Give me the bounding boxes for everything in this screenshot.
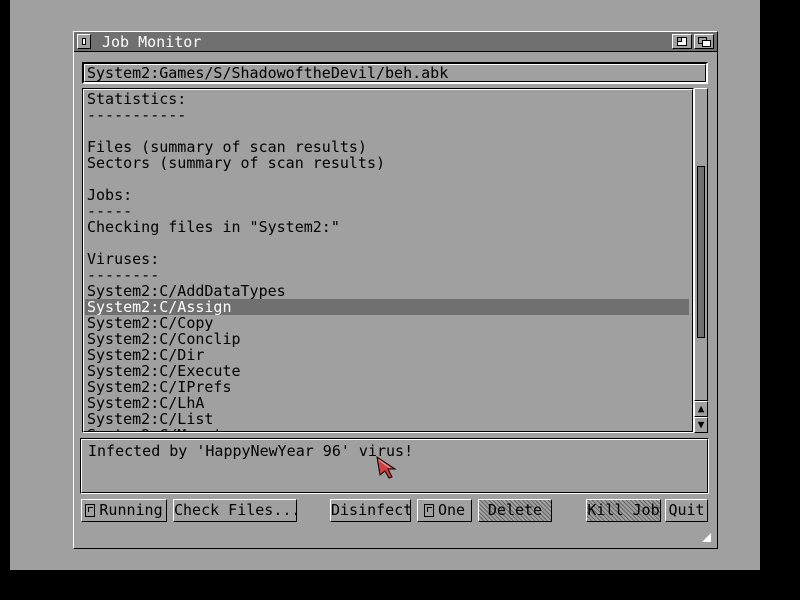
kill-job-label: Kill Job xyxy=(587,501,660,519)
depth-gadget-icon[interactable] xyxy=(694,34,714,49)
current-path-text: System2:Games/S/ShadowoftheDevil/beh.abk xyxy=(87,64,449,82)
list-item[interactable] xyxy=(85,123,689,139)
kill-job-button: Kill Job xyxy=(586,499,661,522)
list-item[interactable]: ----------- xyxy=(85,107,689,123)
zoom-gadget-icon[interactable] xyxy=(672,34,692,49)
running-cycle-button[interactable]: Running xyxy=(81,499,167,522)
delete-button: Delete xyxy=(478,499,552,522)
list-item[interactable]: Viruses: xyxy=(85,251,689,267)
list-item[interactable]: System2:C/Assign xyxy=(85,299,689,315)
list-item[interactable]: Sectors (summary of scan results) xyxy=(85,155,689,171)
resize-gadget-icon[interactable] xyxy=(698,529,714,545)
list-item[interactable]: System2:C/Copy xyxy=(85,315,689,331)
list-scrollbar[interactable]: ▲ ▼ xyxy=(694,88,708,433)
list-item[interactable]: Statistics: xyxy=(85,91,689,107)
scroll-knob[interactable] xyxy=(697,166,705,338)
list-item[interactable] xyxy=(85,171,689,187)
scroll-down-arrow-icon[interactable]: ▼ xyxy=(694,417,708,433)
list-item[interactable]: System2:C/Execute xyxy=(85,363,689,379)
mouse-pointer-icon xyxy=(376,456,397,479)
one-cycle-button[interactable]: One xyxy=(417,499,472,522)
list-item[interactable]: Jobs: xyxy=(85,187,689,203)
title-bar[interactable]: Job Monitor xyxy=(74,32,717,52)
quit-label: Quit xyxy=(668,501,705,519)
delete-label: Delete xyxy=(487,501,543,519)
cycle-icon xyxy=(85,504,96,517)
running-label: Running xyxy=(99,501,163,519)
disinfect-button[interactable]: Disinfect xyxy=(330,499,413,522)
list-item[interactable] xyxy=(85,235,689,251)
check-files-button[interactable]: Check Files... xyxy=(173,499,301,522)
list-item[interactable]: System2:C/IPrefs xyxy=(85,379,689,395)
list-item[interactable]: ----- xyxy=(85,203,689,219)
list-item[interactable]: System2:C/Dir xyxy=(85,347,689,363)
list-item[interactable]: System2:C/List xyxy=(85,411,689,427)
window-title: Job Monitor xyxy=(102,33,202,51)
list-item[interactable]: Files (summary of scan results) xyxy=(85,139,689,155)
close-gadget-icon[interactable] xyxy=(77,34,91,49)
current-path-field: System2:Games/S/ShadowoftheDevil/beh.abk xyxy=(82,62,708,84)
desktop-screen: Job Monitor System2:Games/S/ShadowoftheD… xyxy=(10,0,760,570)
disinfect-label: Disinfect xyxy=(331,501,413,519)
list-item[interactable]: -------- xyxy=(85,267,689,283)
scroll-up-arrow-icon[interactable]: ▲ xyxy=(694,401,708,417)
list-item[interactable]: System2:C/AddDataTypes xyxy=(85,283,689,299)
quit-button[interactable]: Quit xyxy=(665,499,708,522)
check-files-label: Check Files... xyxy=(174,501,301,519)
one-label: One xyxy=(437,501,466,519)
list-item[interactable]: System2:C/Conclip xyxy=(85,331,689,347)
report-list[interactable]: Statistics: ----------- Files (summary of … xyxy=(82,88,694,433)
list-item[interactable]: System2:C/LhA xyxy=(85,395,689,411)
status-message: Infected by 'HappyNewYear 96' virus! xyxy=(88,442,414,460)
cycle-icon xyxy=(423,504,434,517)
list-item[interactable]: System2:C/Mount xyxy=(85,427,689,432)
scroll-track[interactable] xyxy=(694,88,708,401)
list-item[interactable]: Checking files in "System2:" xyxy=(85,219,689,235)
